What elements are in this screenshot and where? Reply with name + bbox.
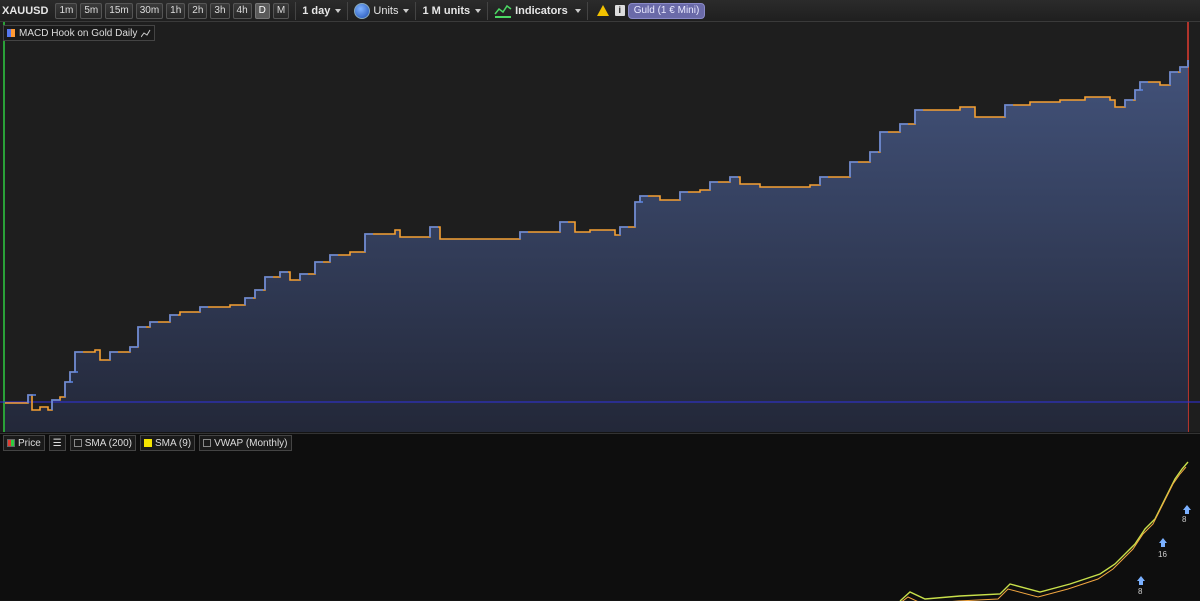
price-color-icon bbox=[7, 439, 15, 447]
trade-marker-2: 16 bbox=[1158, 538, 1167, 559]
warning-icon[interactable] bbox=[596, 5, 609, 16]
equity-legend[interactable]: MACD Hook on Gold Daily bbox=[3, 25, 156, 41]
price-chart: 8 16 8 bbox=[899, 461, 1191, 601]
series-color-icon bbox=[7, 29, 15, 37]
trade-label: 8 bbox=[1138, 587, 1143, 596]
units-label: Units bbox=[373, 4, 399, 17]
trade-marker-3: 8 bbox=[1182, 505, 1191, 524]
legend-price-label: Price bbox=[18, 437, 41, 449]
symbol-label[interactable]: XAUUSD bbox=[2, 5, 52, 17]
equity-area bbox=[5, 60, 1188, 432]
legend-item-sma9[interactable]: SMA (9) bbox=[140, 435, 196, 451]
size-label: 1 M units bbox=[422, 4, 471, 17]
chevron-down-icon bbox=[335, 8, 342, 13]
trade-label: 16 bbox=[1158, 550, 1167, 559]
list-icon: ☰ bbox=[52, 437, 62, 449]
equity-chart-panel[interactable]: MACD Hook on Gold Daily bbox=[0, 22, 1200, 432]
vwap-checkbox-icon bbox=[203, 439, 212, 447]
instrument-badge[interactable]: Guld (1 € Mini) bbox=[627, 2, 706, 19]
sma9-color-icon bbox=[144, 439, 153, 447]
timeframe-1h[interactable]: 1h bbox=[166, 2, 186, 19]
size-dropdown[interactable]: 1 M units bbox=[422, 4, 482, 17]
chevron-down-icon bbox=[403, 8, 410, 13]
up-arrow-icon bbox=[1159, 538, 1167, 547]
chevron-down-icon[interactable] bbox=[574, 8, 581, 13]
price-legend: Price ☰ SMA (200) SMA (9) VWAP (Monthly) bbox=[3, 435, 292, 451]
legend-sma200-label: SMA (200) bbox=[84, 437, 133, 449]
period-dropdown[interactable]: 1 day bbox=[302, 4, 342, 17]
equity-legend-label: MACD Hook on Gold Daily bbox=[19, 27, 138, 39]
toolbar-divider bbox=[415, 1, 417, 20]
timeframe-1m[interactable]: 1m bbox=[55, 2, 78, 19]
timeframe-d[interactable]: D bbox=[254, 2, 270, 19]
legend-item-sma200[interactable]: SMA (200) bbox=[69, 435, 137, 451]
price-chart-panel[interactable]: 8 16 8 Price ☰ SMA (200) SMA (9) VWAP (M bbox=[0, 433, 1200, 601]
info-icon[interactable]: i bbox=[614, 5, 625, 16]
timeframe-3h[interactable]: 3h bbox=[210, 2, 230, 19]
toolbar: XAUUSD 1m 5m 15m 30m 1h 2h 3h 4h D M 1 d… bbox=[0, 0, 1200, 22]
period-label: 1 day bbox=[302, 4, 331, 17]
legend-item-price[interactable]: Price bbox=[3, 435, 45, 451]
timeframe-m[interactable]: M bbox=[272, 2, 290, 19]
timeframe-2h[interactable]: 2h bbox=[188, 2, 208, 19]
units-globe-icon[interactable] bbox=[354, 2, 371, 19]
timeframe-15m[interactable]: 15m bbox=[105, 2, 133, 19]
timeframe-5m[interactable]: 5m bbox=[80, 2, 103, 19]
up-arrow-icon bbox=[1137, 576, 1145, 585]
trade-marker-1: 8 bbox=[1137, 576, 1145, 596]
sma200-checkbox-icon bbox=[73, 439, 82, 447]
legend-sma9-label: SMA (9) bbox=[155, 437, 192, 449]
chart-settings-icon[interactable] bbox=[141, 28, 151, 38]
units-dropdown[interactable]: Units bbox=[373, 4, 410, 17]
legend-vwap-label: VWAP (Monthly) bbox=[214, 437, 288, 449]
indicators-icon[interactable] bbox=[494, 3, 512, 19]
indicators-button[interactable]: Indicators bbox=[515, 5, 568, 17]
toolbar-divider bbox=[586, 1, 588, 20]
up-arrow-icon bbox=[1183, 505, 1191, 514]
timeframe-30m[interactable]: 30m bbox=[135, 2, 164, 19]
timeframe-4h[interactable]: 4h bbox=[232, 2, 252, 19]
toolbar-divider bbox=[295, 1, 297, 20]
chevron-down-icon bbox=[475, 8, 482, 13]
equity-chart bbox=[0, 22, 1200, 432]
legend-item-vwap[interactable]: VWAP (Monthly) bbox=[199, 435, 292, 451]
toolbar-divider bbox=[487, 1, 489, 20]
trade-label: 8 bbox=[1182, 515, 1187, 524]
toolbar-divider bbox=[347, 1, 349, 20]
legend-list-button[interactable]: ☰ bbox=[48, 435, 66, 451]
